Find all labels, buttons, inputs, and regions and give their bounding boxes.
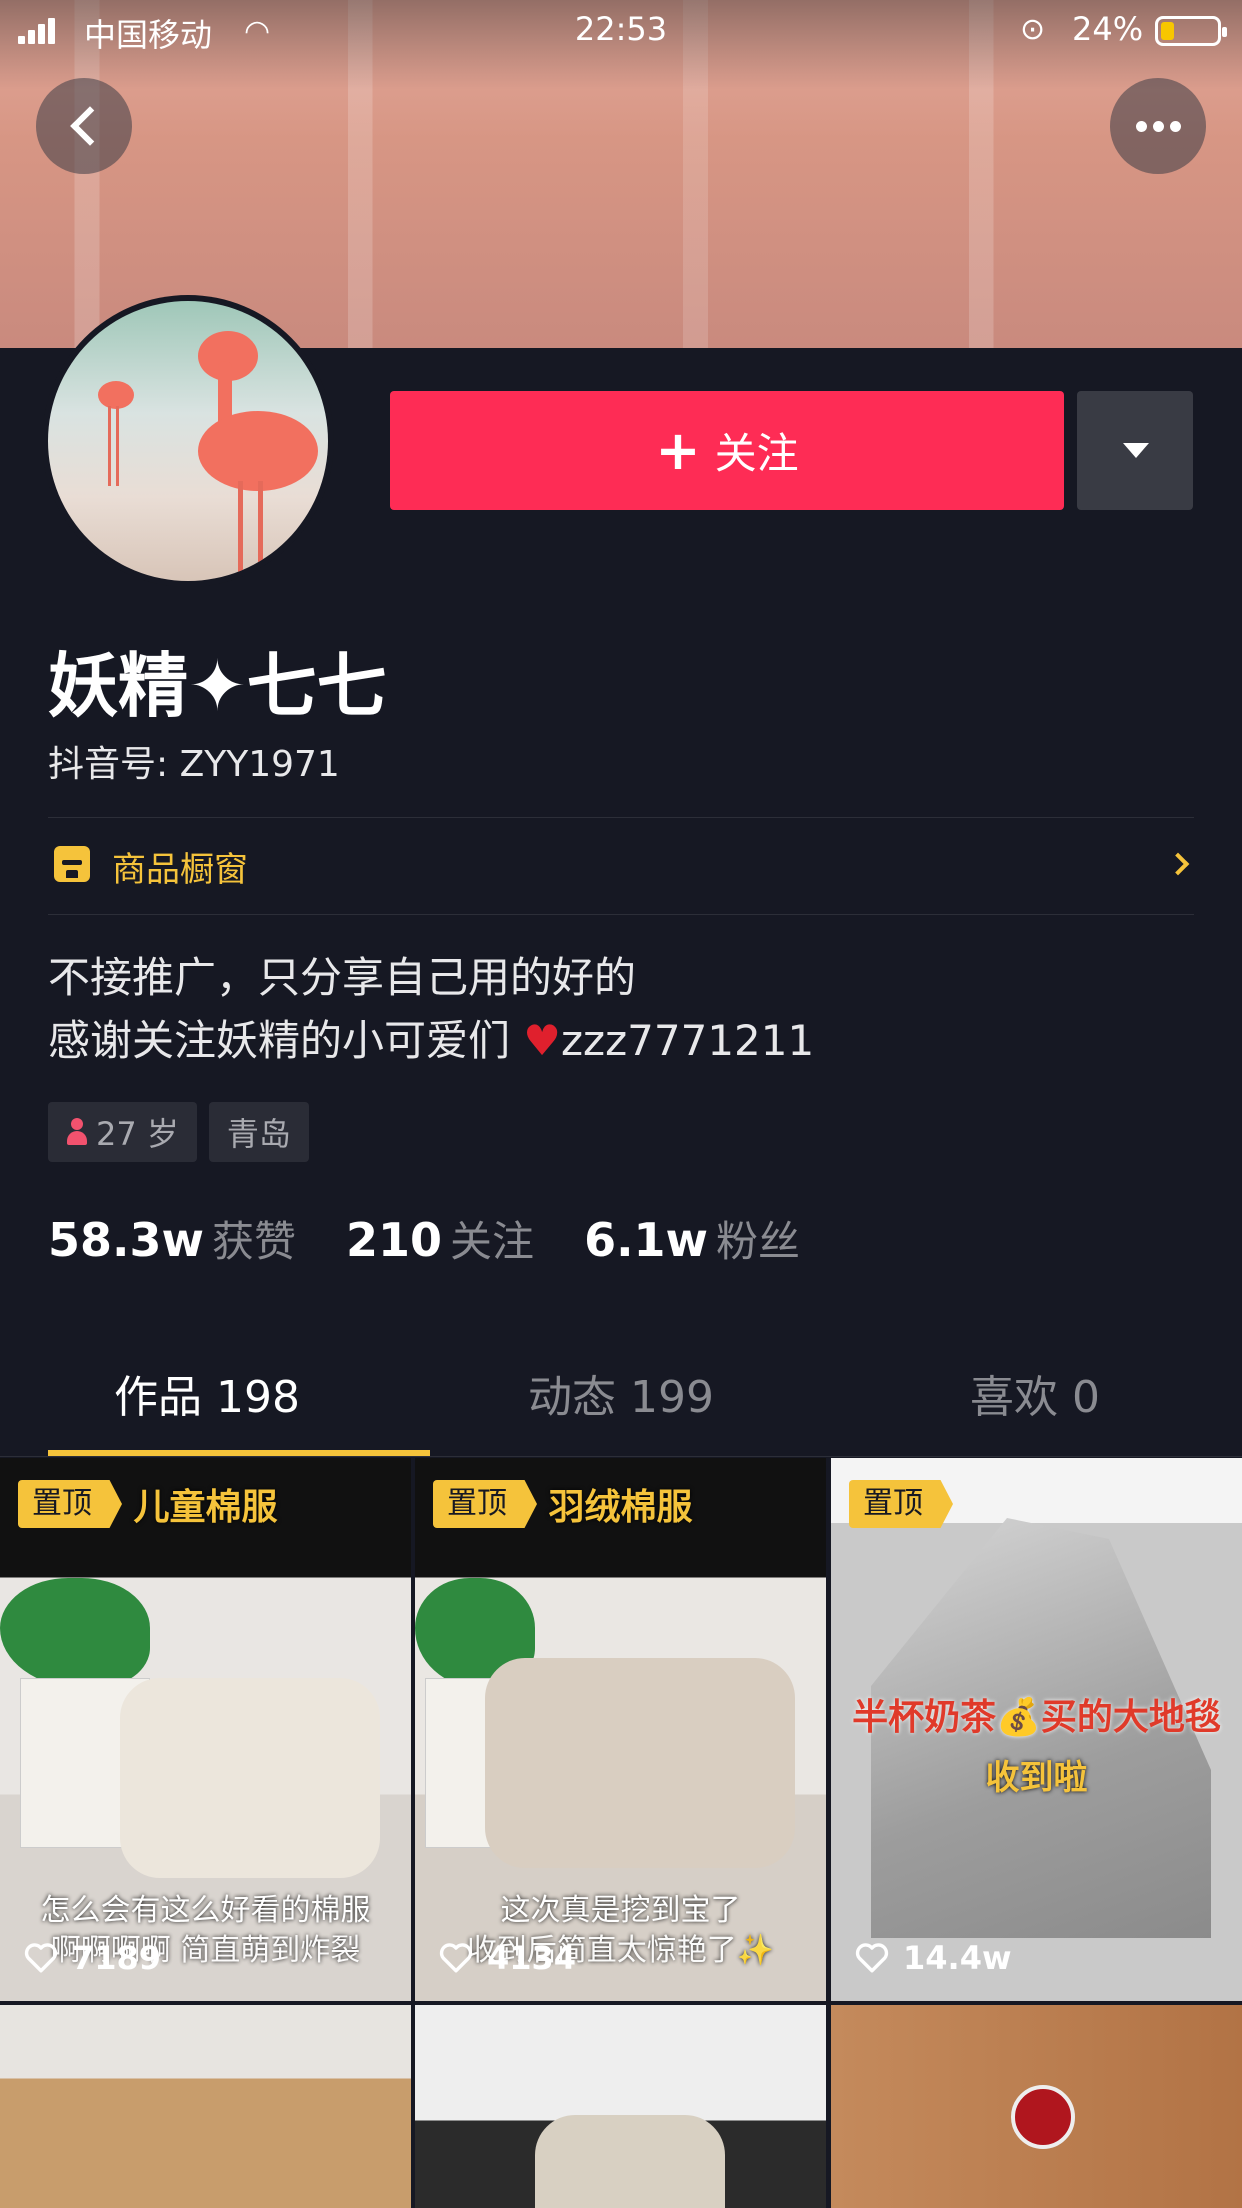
like-count: 4134 xyxy=(487,1939,577,1977)
shop-window-row[interactable]: 商品橱窗 xyxy=(48,818,1194,914)
video-thumbnail[interactable] xyxy=(831,2005,1242,2208)
like-count: 14.4w xyxy=(903,1939,1012,1977)
location-label: 青岛 xyxy=(226,1115,291,1153)
bio-line-1: 不接推广，只分享自己用的好的 xyxy=(48,953,637,1002)
rotation-lock-icon: ⊙ xyxy=(1020,12,1046,47)
profile-tags: 27 岁 青岛 xyxy=(48,1102,309,1162)
video-thumbnail[interactable]: 半杯奶茶💰买的大地毯 收到啦 置顶 14.4w xyxy=(831,1458,1242,2001)
video-caption: 半杯奶茶💰买的大地毯 xyxy=(852,1697,1221,1738)
back-button[interactable] xyxy=(36,78,132,174)
avatar-image xyxy=(48,301,328,581)
pinned-badge: 置顶 xyxy=(849,1480,953,1528)
bio-line-2-text: 感谢关注妖精的小可爱们 xyxy=(48,1016,524,1065)
age-label: 27 岁 xyxy=(96,1115,179,1153)
follow-label: 关注 xyxy=(714,429,799,478)
female-icon xyxy=(66,1118,88,1146)
stat-number: 58.3w xyxy=(48,1213,204,1267)
battery-icon xyxy=(1155,16,1227,46)
bio: 不接推广，只分享自己用的好的 感谢关注妖精的小可爱们 ♥zzz7771211 xyxy=(48,946,814,1072)
stat-label: 粉丝 xyxy=(716,1217,801,1266)
bio-line-2-suffix: zzz7771211 xyxy=(561,1016,815,1065)
avatar[interactable] xyxy=(42,295,334,587)
shop-window-label: 商品橱窗 xyxy=(112,850,248,890)
follow-button[interactable]: + 关注 xyxy=(390,391,1064,510)
battery-percent: 24% xyxy=(1072,10,1144,48)
pinned-badge: 置顶 xyxy=(433,1480,537,1528)
age-tag: 27 岁 xyxy=(48,1102,197,1162)
video-likes: 14.4w xyxy=(855,1939,1012,1977)
video-thumbnail[interactable]: 儿童棉服 怎么会有这么好看的棉服 啊啊啊啊 简直萌到炸裂 置顶 7189 xyxy=(0,1458,411,2001)
tab-works[interactable]: 作品 198 xyxy=(0,1358,414,1458)
stat-label: 关注 xyxy=(450,1217,535,1266)
caret-down-icon xyxy=(1123,443,1149,458)
stat-following[interactable]: 210 关注 xyxy=(346,1208,534,1269)
douyin-id: 抖音号: ZYY1971 xyxy=(48,744,340,785)
video-thumbnail[interactable] xyxy=(0,2005,411,2208)
profile-stats: 58.3w 获赞 210 关注 6.1w 粉丝 xyxy=(48,1208,850,1269)
divider xyxy=(0,1456,1242,1457)
stat-label: 获赞 xyxy=(212,1217,297,1266)
profile-name: 妖精✦七七 xyxy=(48,645,387,727)
video-thumbnail[interactable]: 羽绒棉服 这次真是挖到宝了 收到后简直太惊艳了✨ 置顶 4134 xyxy=(415,1458,826,2001)
stat-likes: 58.3w 获赞 xyxy=(48,1208,296,1269)
heart-icon xyxy=(855,1942,889,1974)
video-caption: 这次真是挖到宝了 xyxy=(500,1893,741,1928)
video-likes: 7189 xyxy=(24,1939,161,1977)
status-bar: 中国移动 ◠ 22:53 ⊙ 24% xyxy=(0,0,1242,60)
pinned-badge: 置顶 xyxy=(18,1480,122,1528)
bio-line-2: 感谢关注妖精的小可爱们 ♥zzz7771211 xyxy=(48,1009,814,1072)
shop-icon xyxy=(54,846,90,882)
stat-followers[interactable]: 6.1w 粉丝 xyxy=(584,1208,800,1269)
heart-icon xyxy=(439,1942,473,1974)
video-likes: 4134 xyxy=(439,1939,576,1977)
stat-number: 210 xyxy=(346,1213,443,1267)
recommend-dropdown-button[interactable] xyxy=(1077,391,1193,510)
content-tabs: 作品 198 动态 199 喜欢 0 xyxy=(0,1358,1242,1458)
divider xyxy=(48,914,1194,915)
tab-updates[interactable]: 动态 199 xyxy=(414,1358,828,1458)
heart-icon xyxy=(24,1942,58,1974)
stat-number: 6.1w xyxy=(584,1213,709,1267)
tab-likes[interactable]: 喜欢 0 xyxy=(828,1358,1242,1458)
location-tag: 青岛 xyxy=(208,1102,309,1162)
heart-emoji: ♥ xyxy=(523,1016,562,1065)
video-thumbnail[interactable] xyxy=(415,2005,826,2208)
status-time: 22:53 xyxy=(574,10,668,48)
video-caption: 收到啦 xyxy=(985,1758,1088,1798)
chevron-right-icon xyxy=(1166,852,1190,876)
video-caption: 怎么会有这么好看的棉服 xyxy=(40,1893,371,1928)
like-count: 7189 xyxy=(72,1939,162,1977)
more-button[interactable] xyxy=(1110,78,1206,174)
plus-icon: + xyxy=(655,419,701,482)
